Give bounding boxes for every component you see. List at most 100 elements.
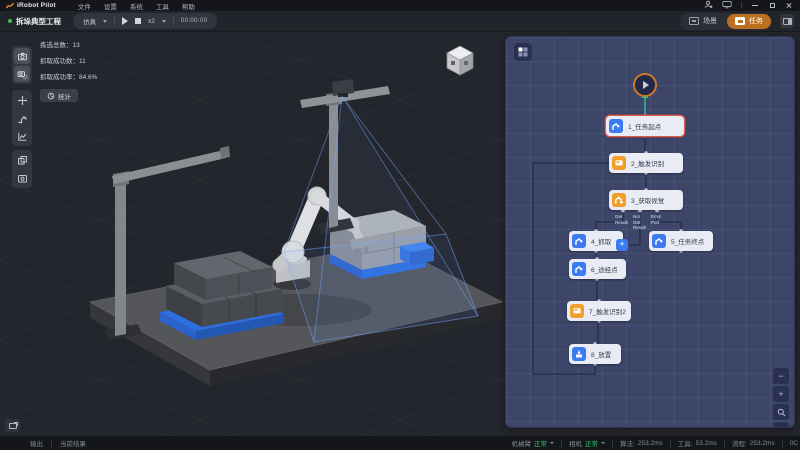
node-label: 6_途经点 bbox=[591, 264, 618, 274]
main-toolbar: 拆垛典型工程 仿真 x2 00:00:00 场景 任务 bbox=[0, 11, 800, 32]
vision-icon bbox=[612, 156, 626, 170]
robot-icon bbox=[17, 113, 28, 124]
tab-task[interactable]: 任务 bbox=[727, 14, 771, 29]
play-icon bbox=[643, 81, 649, 89]
node-label: 7_触发识别2 bbox=[589, 306, 626, 316]
viewport-toolbar-capture bbox=[12, 150, 32, 188]
play-button[interactable] bbox=[122, 17, 128, 25]
close-button[interactable] bbox=[785, 2, 793, 10]
display-icon[interactable] bbox=[722, 0, 732, 11]
view-switcher: 场景 任务 bbox=[680, 13, 772, 30]
menu-system[interactable]: 系统 bbox=[130, 1, 143, 11]
panel-toggle-icon bbox=[783, 18, 792, 25]
node-label: 2_触发识别 bbox=[631, 158, 664, 168]
flow-node-8[interactable]: 8_放置 bbox=[569, 344, 621, 364]
flow-node-5[interactable]: 5_任务终点 bbox=[649, 231, 713, 251]
menu-tools[interactable]: 工具 bbox=[156, 1, 169, 11]
statistics-button[interactable]: 统计 bbox=[40, 89, 78, 102]
zoom-search-button[interactable] bbox=[773, 404, 789, 420]
chevron-down-icon[interactable] bbox=[103, 20, 107, 23]
metric-tool: 工具:53.2ms bbox=[678, 438, 717, 448]
stat-success-count: 抓取成功数：11 bbox=[40, 55, 97, 65]
camera-view-button[interactable] bbox=[14, 48, 30, 64]
flow-start-node[interactable] bbox=[633, 73, 657, 97]
camera-gear-icon bbox=[17, 69, 28, 80]
node-label: 3_获取视觉 bbox=[631, 195, 664, 205]
robot-tool-button[interactable] bbox=[14, 110, 30, 126]
expand-icon bbox=[9, 423, 17, 429]
screenshot-button[interactable] bbox=[14, 170, 30, 186]
app-window: iRobot Pilot 文件 设置 系统 工具 帮助 拆垛典型工程 bbox=[0, 0, 800, 450]
camera-settings-button[interactable] bbox=[14, 66, 30, 82]
camera-icon bbox=[17, 51, 28, 62]
gripper-icon bbox=[609, 119, 623, 133]
vision-result-icon bbox=[612, 193, 626, 207]
robot-status[interactable]: 机械臂 正常 bbox=[512, 438, 555, 448]
user-icon[interactable] bbox=[704, 0, 713, 11]
viewport-toolbar-view bbox=[12, 46, 32, 84]
scene-icon bbox=[689, 17, 699, 25]
maximize-button[interactable] bbox=[768, 2, 776, 10]
move-tool-button[interactable] bbox=[14, 92, 30, 108]
current-result-tab[interactable]: 当前结果 bbox=[60, 438, 86, 448]
statusbar-trailing: 0C bbox=[790, 440, 798, 447]
simulation-timer: 00:00:00 bbox=[181, 18, 208, 24]
chevron-down-icon bbox=[601, 442, 605, 444]
flow-zoom-toolbar: − + 1:1 bbox=[773, 368, 789, 428]
flow-node-1[interactable]: 1_任务起点 bbox=[606, 116, 684, 136]
camera-status[interactable]: 相机 正常 bbox=[569, 438, 605, 448]
flow-node-4[interactable]: 4_抓取 bbox=[569, 231, 623, 251]
orientation-cube[interactable] bbox=[447, 46, 473, 75]
zoom-out-button[interactable]: − bbox=[773, 368, 789, 384]
menu-file[interactable]: 文件 bbox=[78, 1, 91, 11]
add-node-button[interactable]: + bbox=[616, 239, 628, 251]
grid-icon bbox=[518, 47, 528, 57]
menu-help[interactable]: 帮助 bbox=[182, 1, 195, 11]
flow-node-7[interactable]: 7_触发识别2 bbox=[567, 301, 631, 321]
output-panel-toggle[interactable] bbox=[5, 419, 20, 432]
pie-chart-icon bbox=[47, 92, 55, 100]
panel-toggle-button[interactable] bbox=[780, 14, 794, 28]
flow-node-2[interactable]: 2_触发识别 bbox=[609, 153, 683, 173]
minimize-button[interactable] bbox=[751, 2, 759, 10]
node-label: 4_抓取 bbox=[591, 236, 611, 246]
port-label-error-port: Error Port bbox=[651, 214, 667, 225]
speed-dropdown[interactable]: x2 bbox=[148, 18, 155, 25]
simulation-controls: 仿真 x2 00:00:00 bbox=[73, 13, 217, 29]
tab-scene[interactable]: 场景 bbox=[681, 14, 725, 29]
port-label-not-get-result: Not Get Result bbox=[633, 214, 647, 231]
zoom-in-button[interactable]: + bbox=[773, 386, 789, 402]
logo-icon bbox=[6, 2, 14, 10]
pick-stats-panel: 拣选总数：13 抓取成功数：11 抓取成功率：84.6% 统计 bbox=[40, 39, 97, 102]
titlebar: iRobot Pilot 文件 设置 系统 工具 帮助 bbox=[0, 0, 800, 11]
magnifier-icon bbox=[777, 408, 786, 417]
stop-button[interactable] bbox=[135, 18, 141, 24]
flow-node-3[interactable]: 3_获取视觉 bbox=[609, 190, 683, 210]
stat-total-picks: 拣选总数：13 bbox=[40, 39, 97, 49]
chevron-down-icon[interactable] bbox=[162, 20, 166, 23]
node-library-button[interactable] bbox=[514, 43, 532, 61]
metric-process: 流程:253.2ms bbox=[732, 438, 775, 448]
titlebar-divider bbox=[741, 2, 742, 9]
move-icon bbox=[17, 95, 28, 106]
sim-mode-dropdown[interactable]: 仿真 bbox=[83, 16, 96, 26]
place-icon bbox=[572, 347, 586, 361]
task-flow-panel[interactable]: 1_任务起点 2_触发识别 3_获取视觉 Get Result Not Get … bbox=[505, 36, 795, 428]
gripper-icon bbox=[572, 234, 586, 248]
copy-layers-button[interactable] bbox=[14, 152, 30, 168]
task-icon bbox=[735, 17, 745, 25]
stat-success-rate: 抓取成功率：84.6% bbox=[40, 71, 97, 81]
layers-icon bbox=[17, 155, 28, 166]
menu-settings[interactable]: 设置 bbox=[104, 1, 117, 11]
screenshot-icon bbox=[17, 173, 28, 184]
waypoint-icon bbox=[572, 262, 586, 276]
gripper-icon bbox=[652, 234, 666, 248]
chart-tool-button[interactable] bbox=[14, 128, 30, 144]
viewport-toolbar-tools bbox=[12, 90, 32, 146]
statusbar: 输出 当前结果 机械臂 正常 相机 正常 算法:253.2ms 工具:53.2m… bbox=[0, 436, 800, 450]
node-label: 1_任务起点 bbox=[628, 121, 661, 131]
output-tab[interactable]: 输出 bbox=[30, 438, 43, 448]
project-name: 拆垛典型工程 bbox=[16, 16, 61, 27]
flow-node-6[interactable]: 6_途经点 bbox=[569, 259, 626, 279]
zoom-fit-button[interactable]: 1:1 bbox=[773, 422, 789, 428]
